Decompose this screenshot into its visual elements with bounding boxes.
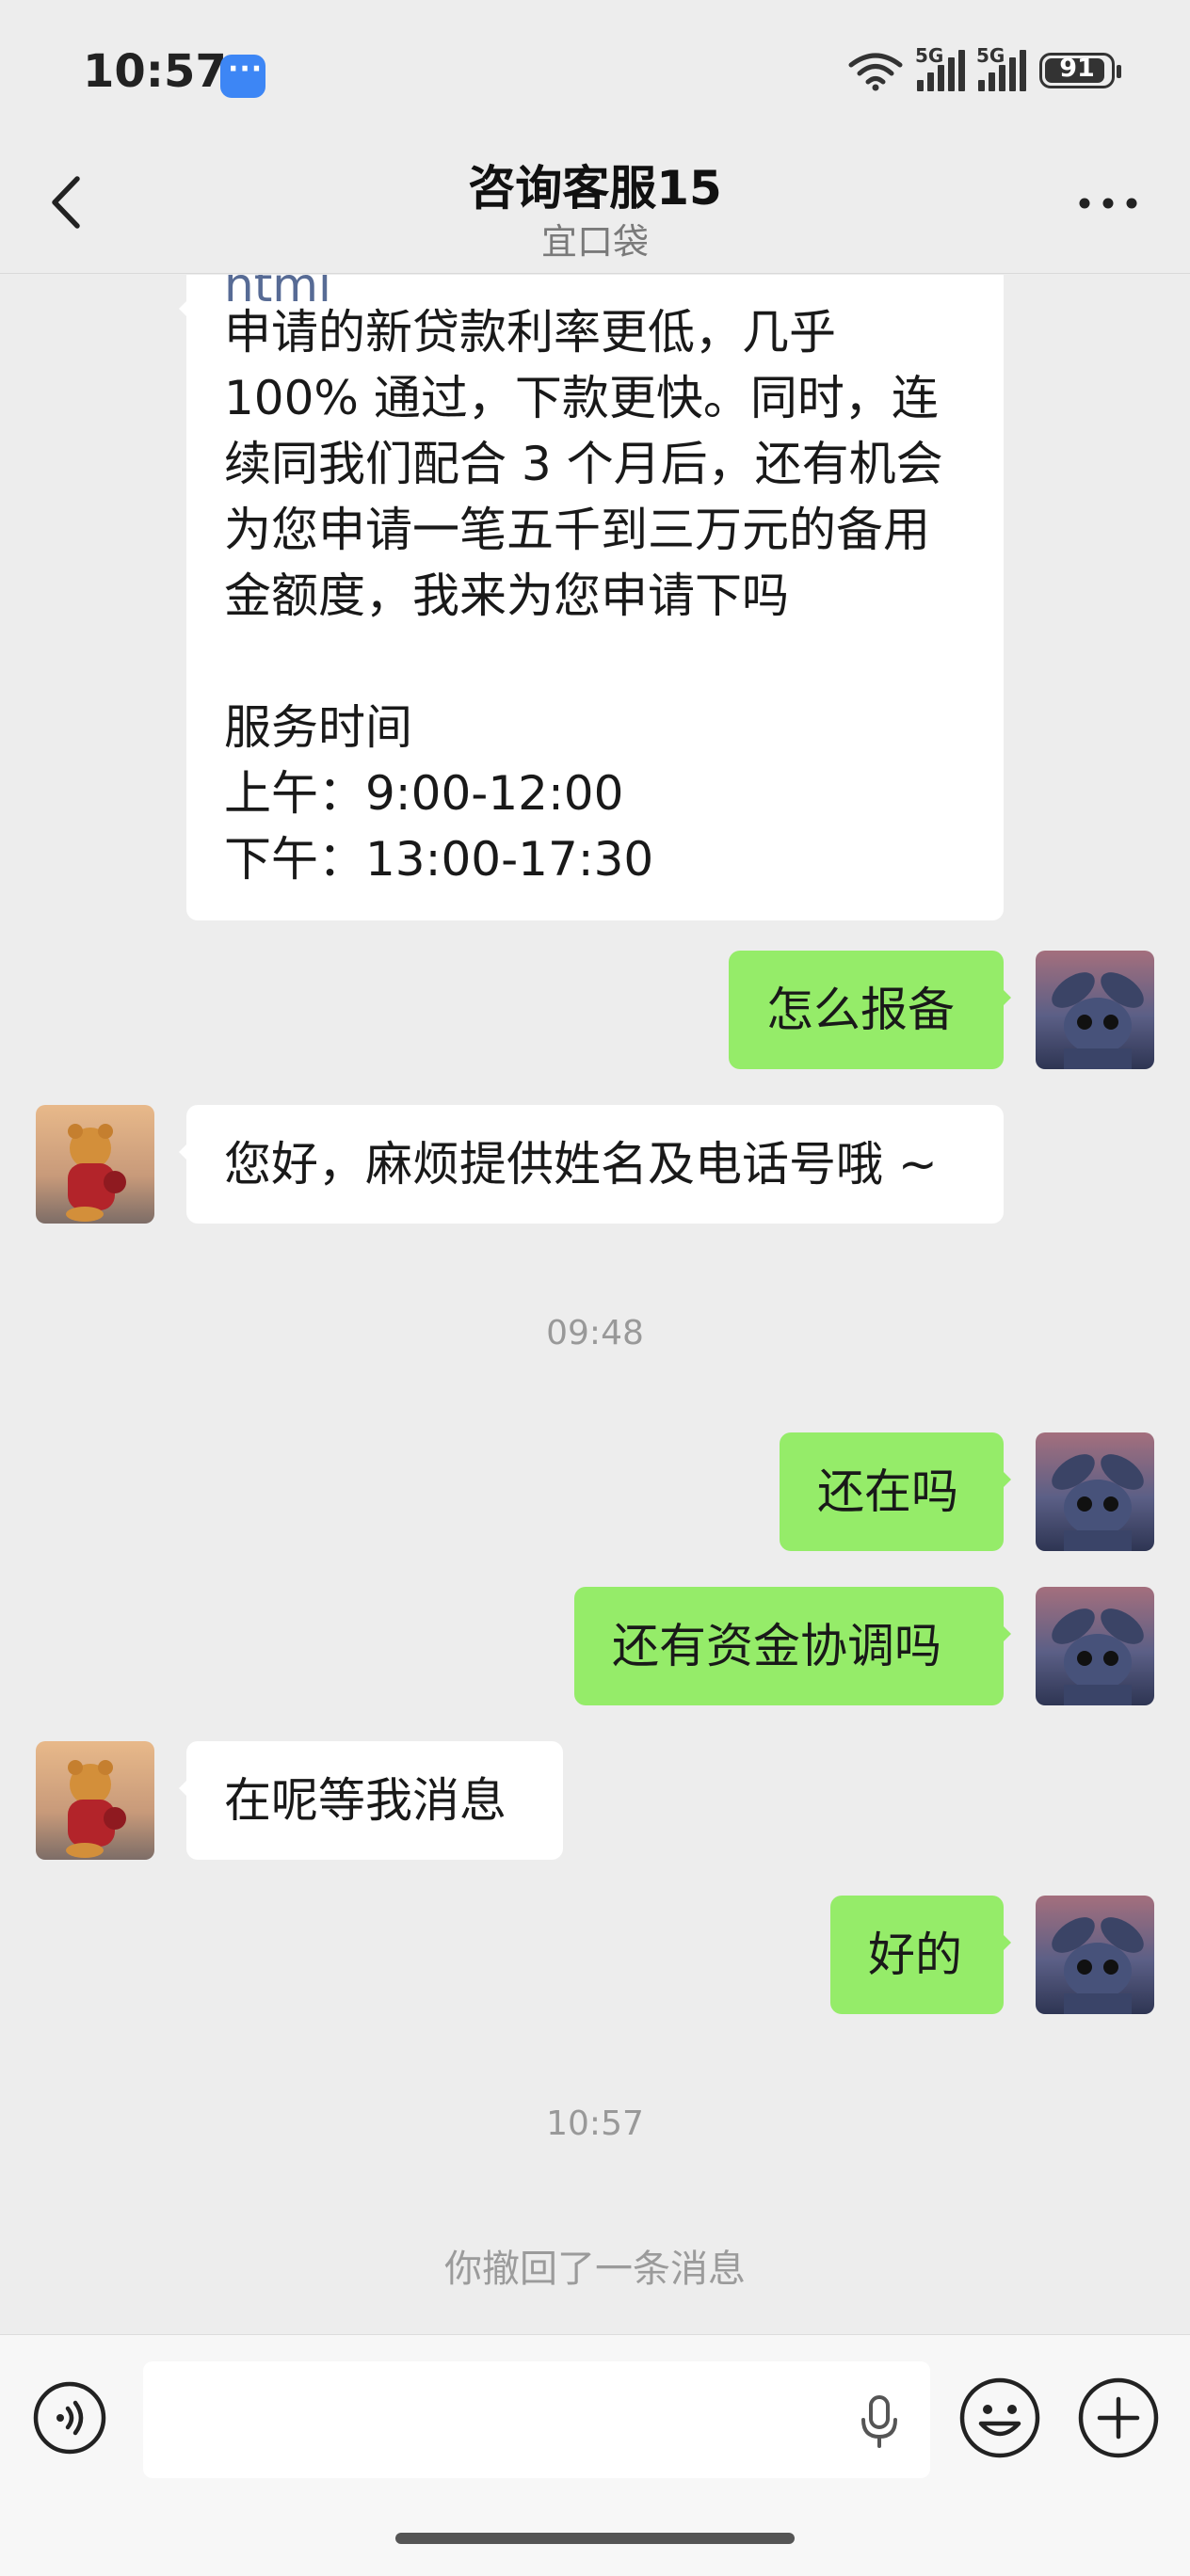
my-avatar[interactable] [1036,1432,1154,1551]
voice-mode-icon[interactable] [32,2380,107,2456]
message-text-block: 申请的新贷款利率更低，几乎 100% 通过，下款更快。同时，连 续同我们配合 3… [224,299,943,892]
home-indicator[interactable] [395,2533,795,2544]
message-list[interactable]: html 申请的新贷款利率更低，几乎 100% 通过，下款更快。同时，连 续同我… [0,275,1190,2334]
message-line: 续同我们配合 3 个月后，还有机会 [224,437,943,491]
input-bar [0,2334,1190,2576]
my-avatar[interactable] [1036,1896,1154,2014]
cellular-signal-2-icon: 5G [976,44,1026,91]
outgoing-message-bubble[interactable]: 怎么报备 [729,951,1011,1069]
message-text: 还有资金协调吗 [612,1619,941,1673]
my-avatar[interactable] [1036,1587,1154,1705]
message-text: 您好，麻烦提供姓名及电话号哦 ~ [224,1137,938,1192]
agent-avatar[interactable] [36,1741,154,1860]
outgoing-message-bubble[interactable]: 还在吗 [780,1432,1011,1551]
my-avatar[interactable] [1036,951,1154,1069]
message-input[interactable] [143,2361,930,2478]
message-line [224,629,943,695]
plus-icon[interactable] [1077,2376,1160,2459]
cellular-signal-1-icon: 5G [915,44,965,91]
message-line: 金额度，我来为您申请下吗 [224,568,789,623]
message-line: 上午：9:00-12:00 [224,766,624,821]
battery-level: 91 [1059,54,1095,83]
outgoing-message-bubble[interactable]: 还有资金协调吗 [574,1587,1011,1705]
message-text: 还在吗 [817,1464,958,1519]
message-timestamp: 09:48 [546,1314,644,1352]
message-line: 服务时间 [224,700,412,755]
message-timestamp: 10:57 [546,2104,644,2143]
message-line: 下午：13:00-17:30 [224,832,654,887]
status-bar: 10:57 5G 5G 91 [0,0,1190,151]
more-dots-icon[interactable] [1077,194,1139,213]
message-text: 在呢等我消息 [224,1773,507,1828]
message-notification-icon [220,53,265,98]
chat-title: 咨询客服15 [468,161,722,216]
microphone-icon[interactable] [857,2393,902,2450]
status-time: 10:57 [83,45,227,98]
chat-subtitle: 宜口袋 [540,221,649,263]
emoji-icon[interactable] [958,2376,1041,2459]
outgoing-message-bubble[interactable]: 好的 [830,1896,1011,2014]
incoming-message-bubble[interactable]: 您好，麻烦提供姓名及电话号哦 ~ [179,1105,1004,1224]
recall-notice: 你撤回了一条消息 [444,2248,746,2291]
message-text: 怎么报备 [766,983,955,1037]
chat-header: 咨询客服15 宜口袋 [0,151,1190,274]
agent-avatar[interactable] [36,1105,154,1224]
message-line: 为您申请一笔五千到三万元的备用 [224,503,930,557]
system-icons: 5G 5G 91 [847,44,1121,94]
incoming-message-bubble[interactable]: 在呢等我消息 [179,1741,563,1860]
message-line: 申请的新贷款利率更低，几乎 [224,305,836,360]
battery-icon: 91 [1039,53,1121,88]
wifi-icon [848,53,903,91]
message-text: 好的 [868,1928,962,1982]
message-line: 100% 通过，下款更快。同时，连 [224,371,939,425]
incoming-message-bubble[interactable]: html 申请的新贷款利率更低，几乎 100% 通过，下款更快。同时，连 续同我… [179,275,1004,920]
